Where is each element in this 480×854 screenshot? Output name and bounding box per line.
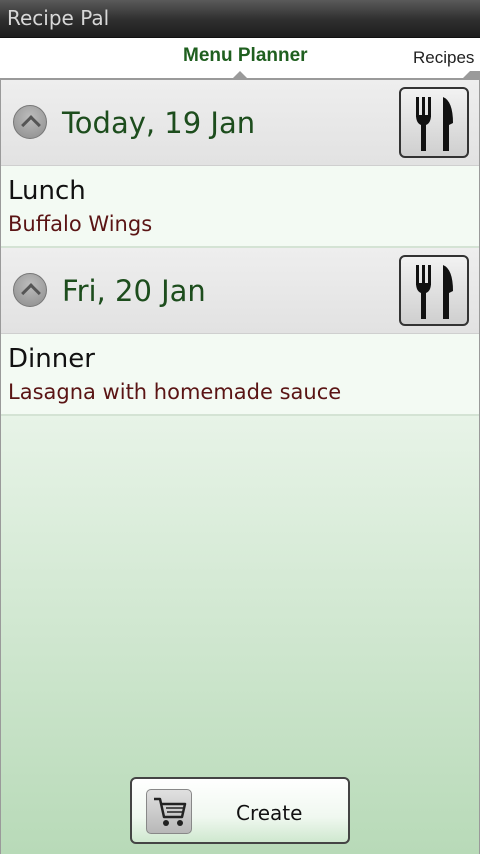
meal-row[interactable]: Lunch Buffalo Wings	[1, 166, 479, 248]
shopping-cart-icon	[154, 797, 187, 826]
fork-knife-icon	[416, 265, 453, 319]
meal-row[interactable]: Dinner Lasagna with homemade sauce	[1, 334, 479, 416]
tab-recipes[interactable]: Recipes	[413, 48, 474, 68]
add-meal-button[interactable]	[399, 87, 469, 158]
tab-bar: Menu Planner Recipes	[0, 38, 480, 80]
meal-name: Buffalo Wings	[8, 212, 153, 236]
active-tab-indicator	[232, 71, 248, 79]
create-shopping-list-button[interactable]: Create	[130, 777, 350, 844]
add-meal-button[interactable]	[399, 255, 469, 326]
menu-planner-list[interactable]: Today, 19 Jan Lunch Buffalo Wings Fri, 2…	[0, 80, 480, 854]
day-header: Fri, 20 Jan	[1, 248, 479, 334]
tab-menu-planner[interactable]: Menu Planner	[183, 45, 308, 67]
meal-type: Lunch	[8, 176, 86, 206]
chevron-up-icon[interactable]	[13, 105, 47, 139]
next-tab-indicator	[455, 71, 480, 79]
fork-knife-icon	[416, 97, 453, 151]
create-button-label: Create	[236, 801, 303, 825]
cart-icon-box	[146, 789, 192, 834]
day-label: Today, 19 Jan	[62, 106, 256, 140]
day-header: Today, 19 Jan	[1, 80, 479, 166]
app-title: Recipe Pal	[7, 6, 110, 30]
meal-name: Lasagna with homemade sauce	[8, 380, 342, 404]
title-bar: Recipe Pal	[0, 0, 480, 38]
day-label: Fri, 20 Jan	[62, 274, 206, 308]
chevron-up-icon[interactable]	[13, 273, 47, 307]
meal-type: Dinner	[8, 344, 95, 374]
